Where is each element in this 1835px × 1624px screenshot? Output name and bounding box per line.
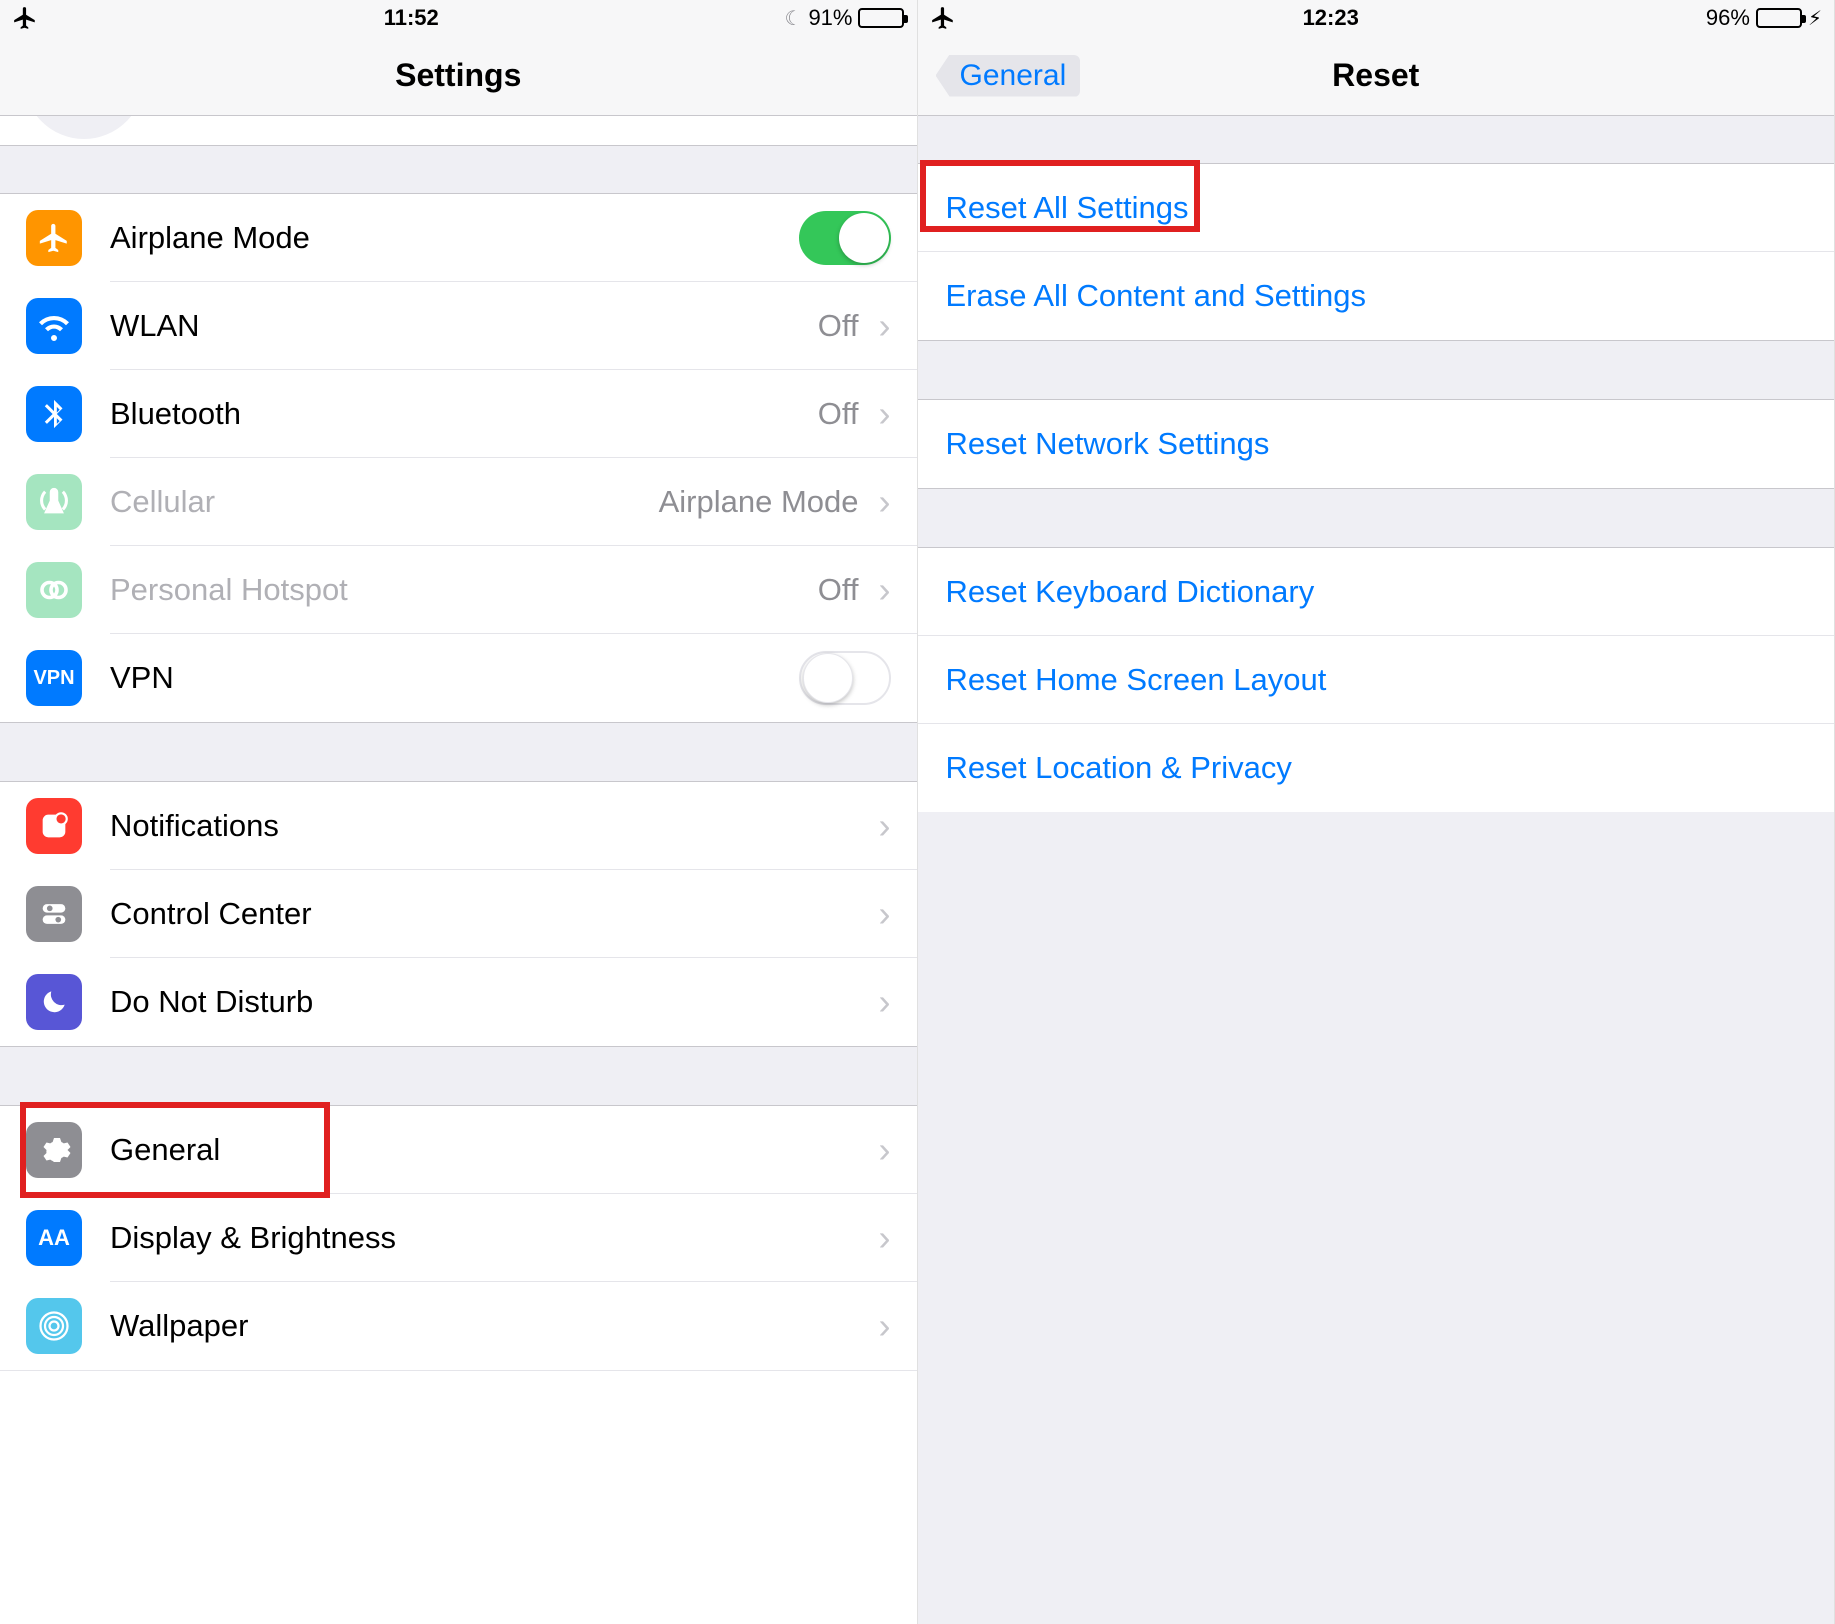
link-label: Reset Keyboard Dictionary bbox=[946, 574, 1315, 610]
vpn-toggle[interactable] bbox=[799, 651, 891, 705]
row-wlan[interactable]: WLAN Off › bbox=[0, 282, 917, 370]
row-label: Do Not Disturb bbox=[110, 984, 873, 1020]
dnd-moon-icon: ☾ bbox=[785, 6, 803, 31]
row-label: WLAN bbox=[110, 308, 818, 344]
display-icon: AA bbox=[26, 1210, 82, 1266]
row-label: VPN bbox=[110, 660, 799, 696]
row-label: Display & Brightness bbox=[110, 1220, 873, 1256]
settings-screen: 11:52 ☾ 91% Settings Airplane Mode WLAN … bbox=[0, 0, 918, 1624]
wifi-icon bbox=[26, 298, 82, 354]
status-time: 12:23 bbox=[1303, 5, 1359, 31]
group-separator bbox=[918, 340, 1835, 400]
hotspot-icon bbox=[26, 562, 82, 618]
bluetooth-icon bbox=[26, 386, 82, 442]
chevron-right-icon: › bbox=[879, 1217, 891, 1259]
chevron-right-icon: › bbox=[879, 1129, 891, 1171]
charging-bolt-icon: ⚡︎ bbox=[1808, 6, 1822, 31]
notifications-icon bbox=[26, 798, 82, 854]
link-erase-all[interactable]: Erase All Content and Settings bbox=[918, 252, 1835, 340]
row-label: Airplane Mode bbox=[110, 220, 799, 256]
settings-group-network: Airplane Mode WLAN Off › Bluetooth Off ›… bbox=[0, 194, 917, 722]
battery-percent: 96% bbox=[1706, 5, 1750, 31]
link-label: Reset All Settings bbox=[946, 190, 1189, 226]
status-bar: 12:23 96% ⚡︎ bbox=[918, 0, 1835, 36]
nav-title: Reset bbox=[1332, 57, 1419, 94]
row-label: Control Center bbox=[110, 896, 873, 932]
vpn-icon: VPN bbox=[26, 650, 82, 706]
reset-group-3: Reset Keyboard Dictionary Reset Home Scr… bbox=[918, 548, 1835, 812]
back-button[interactable]: General bbox=[936, 55, 1081, 97]
chevron-right-icon: › bbox=[879, 981, 891, 1023]
row-label: Wallpaper bbox=[110, 1308, 873, 1344]
link-reset-all-settings[interactable]: Reset All Settings bbox=[918, 164, 1835, 252]
link-label: Reset Network Settings bbox=[946, 426, 1270, 462]
moon-icon bbox=[26, 974, 82, 1030]
row-personal-hotspot[interactable]: Personal Hotspot Off › bbox=[0, 546, 917, 634]
chevron-right-icon: › bbox=[879, 1305, 891, 1347]
row-notifications[interactable]: Notifications › bbox=[0, 782, 917, 870]
chevron-right-icon: › bbox=[879, 893, 891, 935]
row-label: General bbox=[110, 1132, 873, 1168]
control-center-icon bbox=[26, 886, 82, 942]
row-display-brightness[interactable]: AA Display & Brightness › bbox=[0, 1194, 917, 1282]
status-bar: 11:52 ☾ 91% bbox=[0, 0, 917, 36]
reset-screen: 12:23 96% ⚡︎ General Reset Reset All Set… bbox=[918, 0, 1835, 1624]
cellular-icon bbox=[26, 474, 82, 530]
link-label: Erase All Content and Settings bbox=[946, 278, 1366, 314]
airplane-icon bbox=[26, 210, 82, 266]
row-label: Personal Hotspot bbox=[110, 572, 818, 608]
chevron-right-icon: › bbox=[879, 481, 891, 523]
group-separator bbox=[918, 116, 1835, 164]
group-separator bbox=[0, 146, 917, 194]
gear-icon bbox=[26, 1122, 82, 1178]
battery-icon bbox=[1756, 8, 1802, 28]
battery-icon bbox=[858, 8, 904, 28]
nav-bar: Settings bbox=[0, 36, 917, 116]
row-control-center[interactable]: Control Center › bbox=[0, 870, 917, 958]
link-reset-location[interactable]: Reset Location & Privacy bbox=[918, 724, 1835, 812]
wallpaper-icon bbox=[26, 1298, 82, 1354]
settings-group-alerts: Notifications › Control Center › Do Not … bbox=[0, 782, 917, 1046]
row-airplane-mode[interactable]: Airplane Mode bbox=[0, 194, 917, 282]
chevron-right-icon: › bbox=[879, 393, 891, 435]
link-label: Reset Home Screen Layout bbox=[946, 662, 1327, 698]
row-vpn[interactable]: VPN VPN bbox=[0, 634, 917, 722]
chevron-right-icon: › bbox=[879, 305, 891, 347]
reset-group-2: Reset Network Settings bbox=[918, 400, 1835, 488]
row-bluetooth[interactable]: Bluetooth Off › bbox=[0, 370, 917, 458]
link-reset-network[interactable]: Reset Network Settings bbox=[918, 400, 1835, 488]
row-value: Off bbox=[818, 572, 859, 608]
back-label: General bbox=[960, 59, 1067, 93]
fill bbox=[918, 812, 1835, 1624]
row-wallpaper[interactable]: Wallpaper › bbox=[0, 1282, 917, 1370]
settings-group-general: General › AA Display & Brightness › Wall… bbox=[0, 1106, 917, 1370]
nav-title: Settings bbox=[395, 57, 521, 94]
status-time: 11:52 bbox=[384, 5, 439, 31]
group-separator bbox=[918, 488, 1835, 548]
row-value: Off bbox=[818, 396, 859, 432]
link-reset-keyboard[interactable]: Reset Keyboard Dictionary bbox=[918, 548, 1835, 636]
profile-row-partial[interactable] bbox=[0, 116, 917, 146]
row-value: Airplane Mode bbox=[659, 484, 859, 520]
fill bbox=[0, 1370, 917, 1624]
chevron-right-icon: › bbox=[879, 569, 891, 611]
row-general[interactable]: General › bbox=[0, 1106, 917, 1194]
row-do-not-disturb[interactable]: Do Not Disturb › bbox=[0, 958, 917, 1046]
link-reset-home[interactable]: Reset Home Screen Layout bbox=[918, 636, 1835, 724]
group-separator bbox=[0, 722, 917, 782]
reset-group-1: Reset All Settings Erase All Content and… bbox=[918, 164, 1835, 340]
battery-percent: 91% bbox=[808, 5, 852, 31]
airplane-status-icon bbox=[12, 5, 38, 31]
link-label: Reset Location & Privacy bbox=[946, 750, 1292, 786]
airplane-toggle[interactable] bbox=[799, 211, 891, 265]
row-label: Notifications bbox=[110, 808, 873, 844]
nav-bar: General Reset bbox=[918, 36, 1835, 116]
airplane-status-icon bbox=[930, 5, 956, 31]
row-label: Cellular bbox=[110, 484, 659, 520]
group-separator bbox=[0, 1046, 917, 1106]
row-value: Off bbox=[818, 308, 859, 344]
chevron-right-icon: › bbox=[879, 805, 891, 847]
row-cellular[interactable]: Cellular Airplane Mode › bbox=[0, 458, 917, 546]
row-label: Bluetooth bbox=[110, 396, 818, 432]
